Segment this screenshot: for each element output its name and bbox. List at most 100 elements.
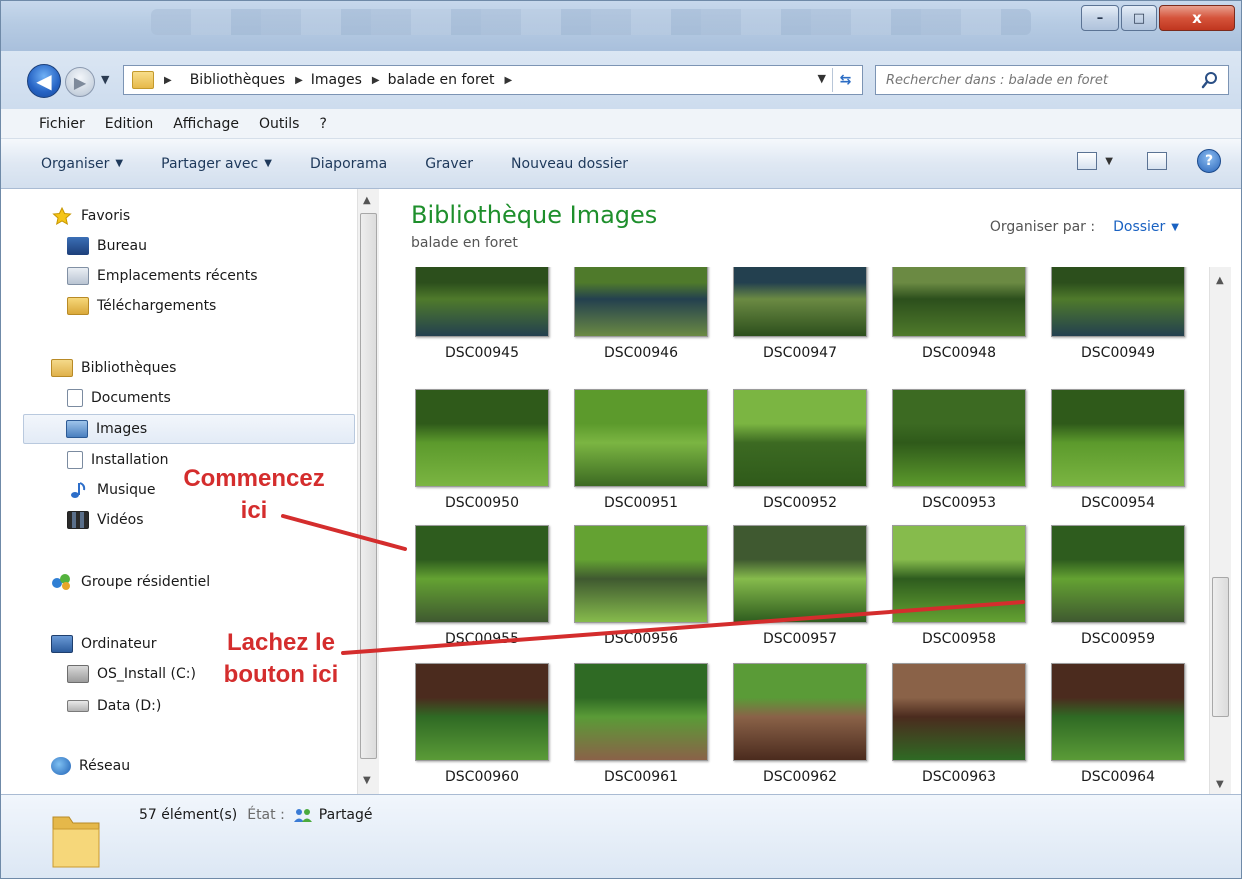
- photo-thumbnail[interactable]: [1051, 525, 1185, 623]
- maximize-button[interactable]: □: [1121, 5, 1157, 31]
- thumbnail-item[interactable]: DSC00948: [892, 267, 1032, 383]
- nav-bureau[interactable]: Bureau: [67, 231, 147, 261]
- preview-pane-icon[interactable]: [1147, 152, 1167, 170]
- thumbnail-item[interactable]: DSC00949: [1051, 267, 1191, 383]
- content-scroll-thumb[interactable]: [1212, 577, 1229, 717]
- thumbnail-item[interactable]: DSC00951: [574, 389, 714, 519]
- thumbnail-item[interactable]: DSC00957: [733, 525, 873, 655]
- diaporama-button[interactable]: Diaporama: [310, 156, 387, 172]
- address-bar[interactable]: ▶ Bibliothèques ▶ Images ▶ balade en foret…: [123, 65, 863, 95]
- title-bar[interactable]: – □ x: [1, 1, 1241, 51]
- thumbnail-item[interactable]: DSC00946: [574, 267, 714, 383]
- breadcrumb-balade[interactable]: ▶ balade en foret: [372, 72, 495, 88]
- thumbnail-item[interactable]: DSC00963: [892, 663, 1032, 792]
- photo-thumbnail[interactable]: [892, 663, 1026, 761]
- scroll-up-icon[interactable]: ▲: [363, 195, 371, 206]
- nav-videos[interactable]: Vidéos: [67, 505, 144, 535]
- photo-thumbnail[interactable]: [415, 663, 549, 761]
- thumbnail-item[interactable]: DSC00950: [415, 389, 555, 519]
- view-options-chevron-icon[interactable]: ▼: [1105, 156, 1113, 167]
- photo-thumbnail[interactable]: [415, 267, 549, 337]
- photo-thumbnail[interactable]: [733, 663, 867, 761]
- photo-thumbnail[interactable]: [733, 389, 867, 487]
- back-button[interactable]: ◀: [27, 64, 61, 98]
- thumbnail-item[interactable]: DSC00954: [1051, 389, 1191, 519]
- photo-thumbnail[interactable]: [892, 267, 1026, 337]
- thumbnail-item[interactable]: DSC00964: [1051, 663, 1191, 792]
- search-icon[interactable]: [1200, 70, 1220, 90]
- change-view-icon[interactable]: [1077, 152, 1098, 170]
- thumbnail-item[interactable]: DSC00960: [415, 663, 555, 792]
- thumbnail-item[interactable]: DSC00952: [733, 389, 873, 519]
- history-dropdown-icon[interactable]: ▼: [101, 73, 109, 86]
- breadcrumb-images[interactable]: ▶ Images: [295, 72, 362, 88]
- photo-thumbnail[interactable]: [415, 525, 549, 623]
- arrange-value-button[interactable]: Dossier: [1113, 219, 1165, 235]
- address-row: ◀ ▶ ▼ ▶ Bibliothèques ▶ Images ▶ balade en…: [1, 51, 1241, 109]
- nav-bibliotheques[interactable]: Bibliothèques: [51, 353, 176, 383]
- nav-documents[interactable]: Documents: [67, 383, 171, 413]
- breadcrumb-bibliotheques[interactable]: Bibliothèques: [190, 72, 285, 88]
- breadcrumb-end-arrow[interactable]: ▶: [505, 75, 521, 86]
- photo-thumbnail[interactable]: [892, 525, 1026, 623]
- partager-button[interactable]: Partager avec ▼: [161, 156, 272, 172]
- photo-thumbnail[interactable]: [1051, 267, 1185, 337]
- nav-telechargements[interactable]: Téléchargements: [67, 291, 216, 321]
- nav-scroll-thumb[interactable]: [360, 213, 377, 759]
- search-input[interactable]: [886, 72, 1186, 88]
- menu-outils[interactable]: Outils: [259, 116, 299, 132]
- minimize-button[interactable]: –: [1081, 5, 1119, 31]
- content-scrollbar[interactable]: ▲ ▼: [1209, 267, 1231, 794]
- photo-thumbnail[interactable]: [733, 525, 867, 623]
- forward-button[interactable]: ▶: [65, 67, 95, 97]
- menu-help[interactable]: ?: [319, 116, 326, 132]
- nav-musique[interactable]: Musique: [67, 475, 156, 505]
- nouveau-dossier-button[interactable]: Nouveau dossier: [511, 156, 628, 172]
- thumbnail-item[interactable]: DSC00955: [415, 525, 555, 655]
- nav-scrollbar[interactable]: ▲ ▼: [357, 189, 379, 794]
- photo-thumbnail[interactable]: [574, 663, 708, 761]
- thumbnail-item[interactable]: DSC00961: [574, 663, 714, 792]
- nav-data[interactable]: Data (D:): [67, 691, 161, 721]
- thumbnail-item[interactable]: DSC00953: [892, 389, 1032, 519]
- menu-edition[interactable]: Edition: [105, 116, 153, 132]
- close-button[interactable]: x: [1159, 5, 1235, 31]
- nav-os-install[interactable]: OS_Install (C:): [67, 659, 196, 689]
- nav-ordinateur[interactable]: Ordinateur: [51, 629, 157, 659]
- menu-affichage[interactable]: Affichage: [173, 116, 239, 132]
- photo-thumbnail[interactable]: [1051, 663, 1185, 761]
- thumbnail-item[interactable]: DSC00959: [1051, 525, 1191, 655]
- search-box[interactable]: [875, 65, 1229, 95]
- photo-thumbnail[interactable]: [574, 267, 708, 337]
- help-icon[interactable]: ?: [1197, 149, 1221, 173]
- nav-favoris[interactable]: Favoris: [51, 201, 130, 231]
- nav-reseau[interactable]: Réseau: [51, 751, 130, 781]
- nav-groupe[interactable]: Groupe résidentiel: [51, 567, 210, 597]
- organiser-button[interactable]: Organiser ▼: [41, 156, 123, 172]
- address-dropdown-icon[interactable]: ▼: [818, 72, 826, 85]
- photo-thumbnail[interactable]: [415, 389, 549, 487]
- photo-thumbnail[interactable]: [733, 267, 867, 337]
- nav-images[interactable]: Images: [23, 414, 355, 444]
- nav-emplacements[interactable]: Emplacements récents: [67, 261, 258, 291]
- thumbnail-item[interactable]: DSC00956: [574, 525, 714, 655]
- thumbnail-item[interactable]: DSC00945: [415, 267, 555, 383]
- photo-thumbnail[interactable]: [892, 389, 1026, 487]
- photo-thumbnail[interactable]: [574, 525, 708, 623]
- scroll-down-icon[interactable]: ▼: [1216, 779, 1224, 790]
- scroll-down-icon[interactable]: ▼: [363, 775, 371, 786]
- thumbnail-item[interactable]: DSC00958: [892, 525, 1032, 655]
- nav-installation[interactable]: Installation: [67, 445, 169, 475]
- refresh-icon[interactable]: ⇆: [832, 68, 858, 92]
- scroll-up-icon[interactable]: ▲: [1216, 275, 1224, 286]
- photo-thumbnail[interactable]: [1051, 389, 1185, 487]
- nav-label: Favoris: [81, 208, 131, 224]
- breadcrumb-root-arrow[interactable]: ▶: [164, 75, 180, 86]
- photo-thumbnail[interactable]: [574, 389, 708, 487]
- nav-label: Data (D:): [97, 698, 162, 714]
- chevron-down-icon[interactable]: ▼: [1171, 222, 1179, 233]
- graver-button[interactable]: Graver: [425, 156, 473, 172]
- menu-fichier[interactable]: Fichier: [39, 116, 85, 132]
- thumbnail-item[interactable]: DSC00962: [733, 663, 873, 792]
- thumbnail-item[interactable]: DSC00947: [733, 267, 873, 383]
